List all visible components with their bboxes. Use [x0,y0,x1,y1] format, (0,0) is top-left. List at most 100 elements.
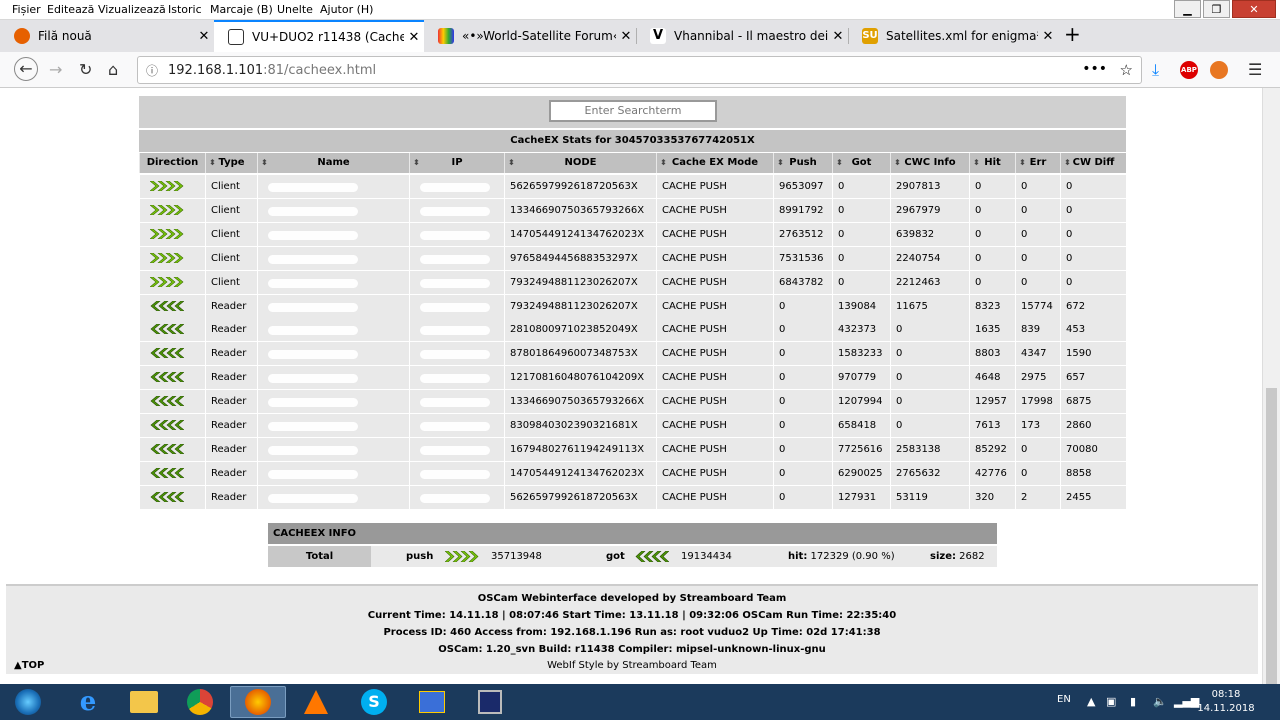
back-button[interactable]: ← [14,57,38,81]
table-row: Reader 1470544912413476202​3X CACHE PUSH 0 6… [139,461,1126,485]
cell-err: 0 [1015,222,1060,246]
vlc-icon[interactable] [288,686,344,718]
volume-icon[interactable]: 🔈 [1153,695,1167,708]
cell-type: Reader [205,366,257,390]
cell-node: 1334669075036579326​6X [504,390,656,414]
adblock-icon[interactable]: ABP [1180,61,1198,79]
cell-mode: CACHE PUSH [656,390,773,414]
download-icon[interactable]: ⤓ [1152,60,1159,80]
redacted-name [257,437,409,461]
info-icon[interactable]: ⓘ [146,62,158,79]
search-input[interactable]: Enter Searchterm [549,100,717,122]
cell-cwc: 2240754 [890,246,969,270]
redacted-name [257,246,409,270]
pull-arrow-cell [139,294,205,318]
battery-icon[interactable]: ▮ [1130,695,1136,708]
col-hit[interactable]: ⬍ Hit [969,153,1015,173]
close-window-button[interactable]: ✕ [1232,0,1276,18]
col-direction[interactable]: Direction [139,153,205,173]
page-actions-icon[interactable]: ••• [1082,61,1107,77]
url-bar[interactable]: ⓘ 192.168.1.101:81/cacheex.html ••• ☆ [137,56,1142,84]
explorer-icon[interactable] [116,686,172,718]
col-push[interactable]: ⬍ Push [773,153,832,173]
close-tab-icon[interactable]: ✕ [828,29,848,44]
tab-title: Satellites.xml for enigma² by Re [886,29,1038,43]
push-total: 35713948 [491,551,542,562]
new-tab-button[interactable]: + [1064,22,1081,46]
col-ip[interactable]: ⬍ IP [409,153,504,173]
cell-got: 0 [832,270,890,294]
tray-arrow-icon[interactable]: ▲ [1087,695,1095,708]
col-cwc-info[interactable]: ⬍ CWC Info [890,153,969,173]
chrome-icon[interactable] [172,686,228,718]
forward-button[interactable]: → [49,60,62,79]
cell-diff: 672 [1060,294,1126,318]
ie-icon[interactable]: e [60,686,116,718]
pull-arrow-cell [139,390,205,414]
skype-icon[interactable]: S [346,686,402,718]
bookmark-star-icon[interactable]: ☆ [1120,61,1133,79]
col-name[interactable]: ⬍ Name [257,153,409,173]
col-got[interactable]: ⬍ Got [832,153,890,173]
hamburger-menu-icon[interactable]: ☰ [1248,60,1262,79]
cell-diff: 2455 [1060,485,1126,509]
cell-hit: 0 [969,198,1015,222]
home-button[interactable]: ⌂ [108,60,118,79]
reload-button[interactable]: ↻ [79,60,92,79]
tab-cacheex[interactable]: VU+DUO2 r11438 (Cacheex) ✕ [214,20,424,52]
cell-diff: 6875 [1060,390,1126,414]
col-type[interactable]: ⬍ Type [205,153,257,173]
footer-times: Current Time: 14.11.18 | 08:07:46 Start … [367,610,897,621]
close-tab-icon[interactable]: ✕ [404,30,424,45]
tab-world-satellite[interactable]: «•»World-Satellite Forum«•» ✕ [424,20,636,52]
close-tab-icon[interactable]: ✕ [1038,29,1058,44]
tab-satellites-xml[interactable]: SU Satellites.xml for enigma² by Re ✕ [848,20,1058,52]
menu-edit[interactable]: Editează [47,3,94,16]
menu-file[interactable]: Fișier [12,3,41,16]
redacted-ip [409,342,504,366]
page-scrollbar[interactable] [1262,88,1280,718]
cell-err: 4347 [1015,342,1060,366]
cell-diff: 0 [1060,246,1126,270]
tab-vhannibal[interactable]: V Vhannibal - Il maestro dei settin ✕ [636,20,848,52]
menu-history[interactable]: Istoric [168,3,202,16]
cell-cwc: 2583138 [890,437,969,461]
close-tab-icon[interactable]: ✕ [194,29,214,44]
page-footer: OSCam Webinterface developed by Streambo… [6,584,1258,674]
push-arrow-cell [139,175,205,198]
cell-node: 562659799261872056​3X [504,175,656,198]
col-node[interactable]: ⬍ NODE [504,153,656,173]
cell-push: 0 [773,461,832,485]
menu-help[interactable]: Ajutor (H) [320,3,373,16]
start-button[interactable] [2,686,54,718]
col-cacheex-mode[interactable]: ⬍ Cache EX Mode [656,153,773,173]
maximize-button[interactable]: ❐ [1203,0,1230,18]
close-tab-icon[interactable]: ✕ [616,29,636,44]
menu-tools[interactable]: Unelte [277,3,313,16]
menu-view[interactable]: Vizualizează [98,3,166,16]
tab-new[interactable]: Filă nouă ✕ [0,20,214,52]
system-clock[interactable]: 08:18 14.11.2018 [1196,688,1256,716]
firefox-taskbar-icon[interactable] [230,686,286,718]
table-row: Client 793249488112302620​7X CACHE PUSH 684… [139,270,1126,294]
top-link[interactable]: ▲TOP [14,660,44,671]
save-app-icon[interactable] [462,686,518,718]
language-indicator[interactable]: EN [1057,694,1071,705]
minimize-button[interactable]: ▁ [1174,0,1201,18]
cell-err: 2 [1015,485,1060,509]
cell-push: 0 [773,294,832,318]
cell-type: Reader [205,485,257,509]
menu-bookmarks[interactable]: Marcaje (B) [210,3,273,16]
col-cw-diff[interactable]: ⬍ CW Diff [1060,153,1126,173]
redaction-mark [420,183,490,192]
col-err[interactable]: ⬍ Err [1015,153,1060,173]
tray-device-icon[interactable]: ▣ [1106,695,1116,708]
network-app-icon[interactable] [404,686,460,718]
redacted-name [257,222,409,246]
pull-arrow-icon [150,324,184,335]
extension-icon[interactable] [1210,61,1228,79]
cell-push: 0 [773,342,832,366]
scroll-thumb[interactable] [1266,388,1277,718]
redaction-mark [268,445,358,455]
cell-type: Reader [205,342,257,366]
